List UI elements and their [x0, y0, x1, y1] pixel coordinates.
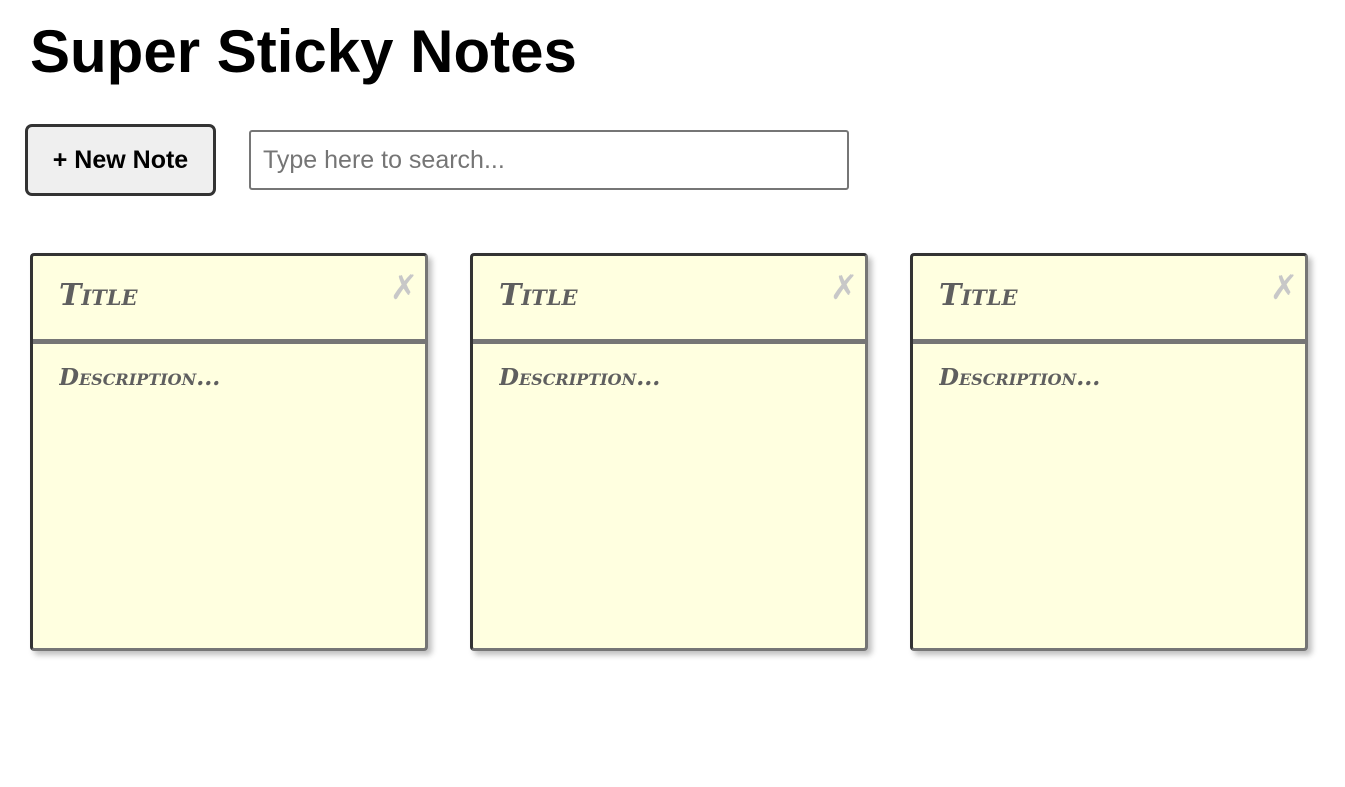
- note-description-input[interactable]: [499, 364, 839, 624]
- note-header: ✗: [913, 256, 1305, 344]
- new-note-button[interactable]: + New Note: [25, 124, 216, 196]
- note-description-input[interactable]: [59, 364, 399, 624]
- note-card: ✗: [30, 253, 428, 651]
- note-title-input[interactable]: [939, 278, 1259, 313]
- note-title-input[interactable]: [59, 278, 379, 313]
- note-title-input[interactable]: [499, 278, 819, 313]
- search-input[interactable]: [249, 130, 849, 190]
- note-header: ✗: [33, 256, 425, 344]
- page-title: Super Sticky Notes: [30, 18, 577, 85]
- note-card: ✗: [910, 253, 1308, 651]
- app-root: Super Sticky Notes + New Note ✗ ✗ ✗: [0, 0, 1345, 787]
- note-card: ✗: [470, 253, 868, 651]
- note-header: ✗: [473, 256, 865, 344]
- close-icon[interactable]: ✗: [389, 268, 419, 308]
- close-icon[interactable]: ✗: [829, 268, 859, 308]
- close-icon[interactable]: ✗: [1269, 268, 1299, 308]
- note-description-input[interactable]: [939, 364, 1279, 624]
